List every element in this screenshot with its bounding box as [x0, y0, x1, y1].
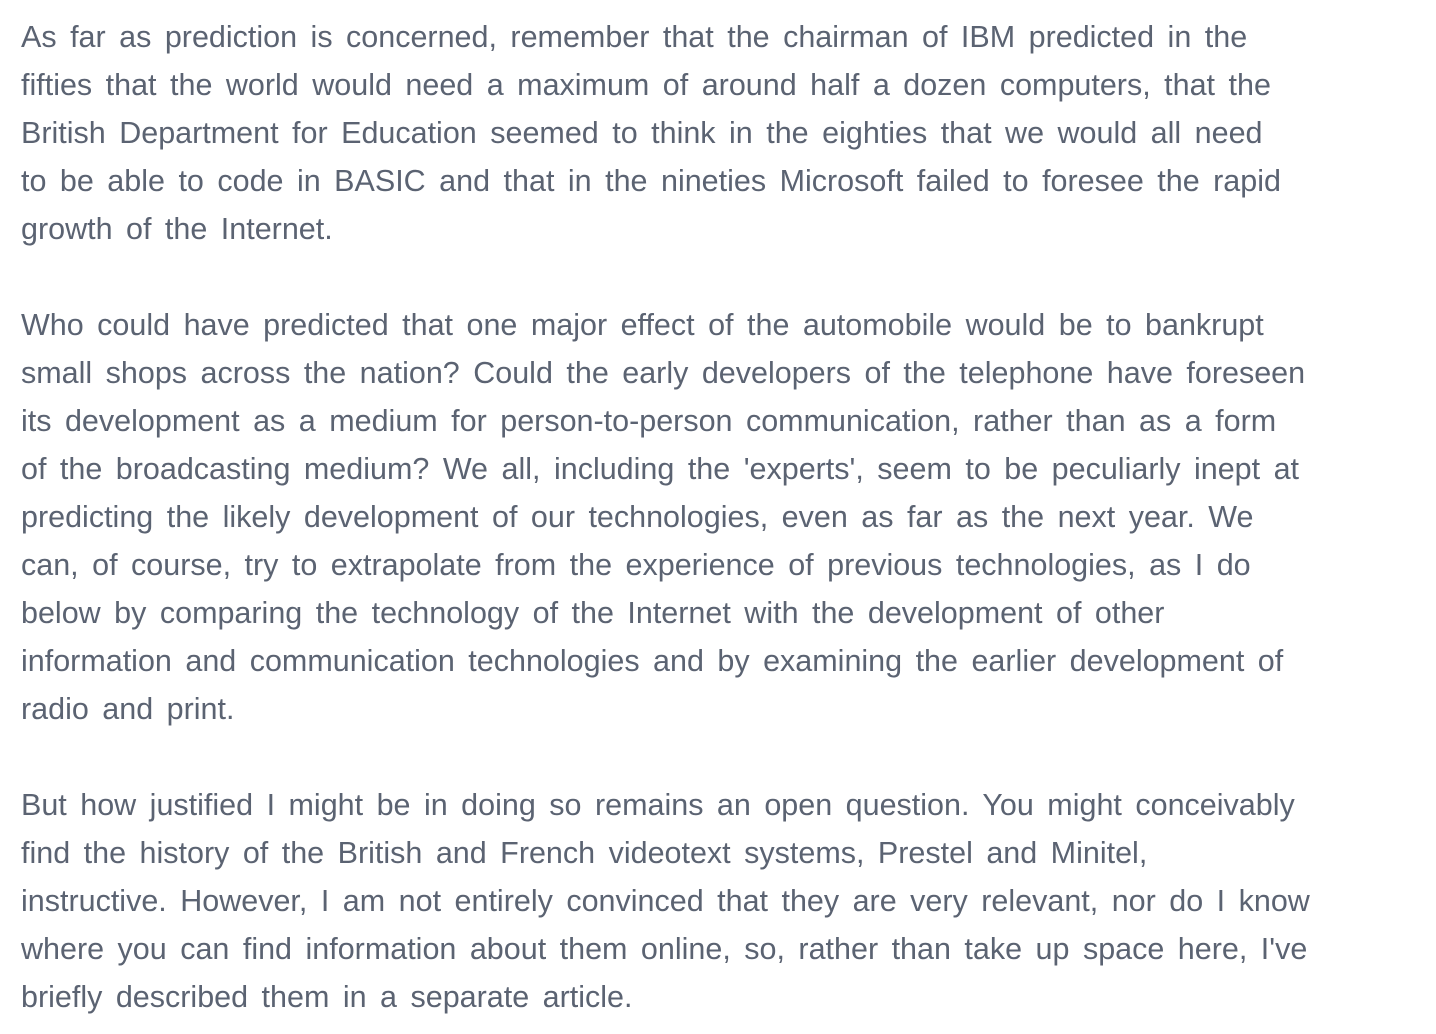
article-body: As far as prediction is concerned, remem… — [21, 13, 1421, 1021]
text-line: British Department for Education seemed … — [21, 116, 1263, 150]
text-line: its development as a medium for person-t… — [21, 404, 1277, 438]
text-line: Who could have predicted that one major … — [21, 308, 1264, 342]
text-line: instructive. However, I am not entirely … — [21, 884, 1310, 918]
text-line: below by comparing the technology of the… — [21, 596, 1165, 630]
text-line: predicting the likely development of our… — [21, 500, 1254, 534]
text-line: small shops across the nation? Could the… — [21, 356, 1306, 390]
text-line: growth of the Internet. — [21, 212, 333, 246]
text-line: briefly described them in a separate art… — [21, 980, 633, 1014]
text-line: But how justified I might be in doing so… — [21, 788, 1295, 822]
text-line: As far as prediction is concerned, remem… — [21, 20, 1248, 54]
text-line: can, of course, try to extrapolate from … — [21, 548, 1251, 582]
text-line: where you can find information about the… — [21, 932, 1308, 966]
paragraph-unforeseen-effects: Who could have predicted that one major … — [21, 301, 1421, 733]
paragraph-prediction-history: As far as prediction is concerned, remem… — [21, 13, 1421, 253]
paragraph-videotext-systems: But how justified I might be in doing so… — [21, 781, 1421, 1021]
text-line: of the broadcasting medium? We all, incl… — [21, 452, 1300, 486]
text-line: radio and print. — [21, 692, 235, 726]
text-line: to be able to code in BASIC and that in … — [21, 164, 1281, 198]
text-line: information and communication technologi… — [21, 644, 1284, 678]
text-line: fifties that the world would need a maxi… — [21, 68, 1271, 102]
text-line: find the history of the British and Fren… — [21, 836, 1148, 870]
